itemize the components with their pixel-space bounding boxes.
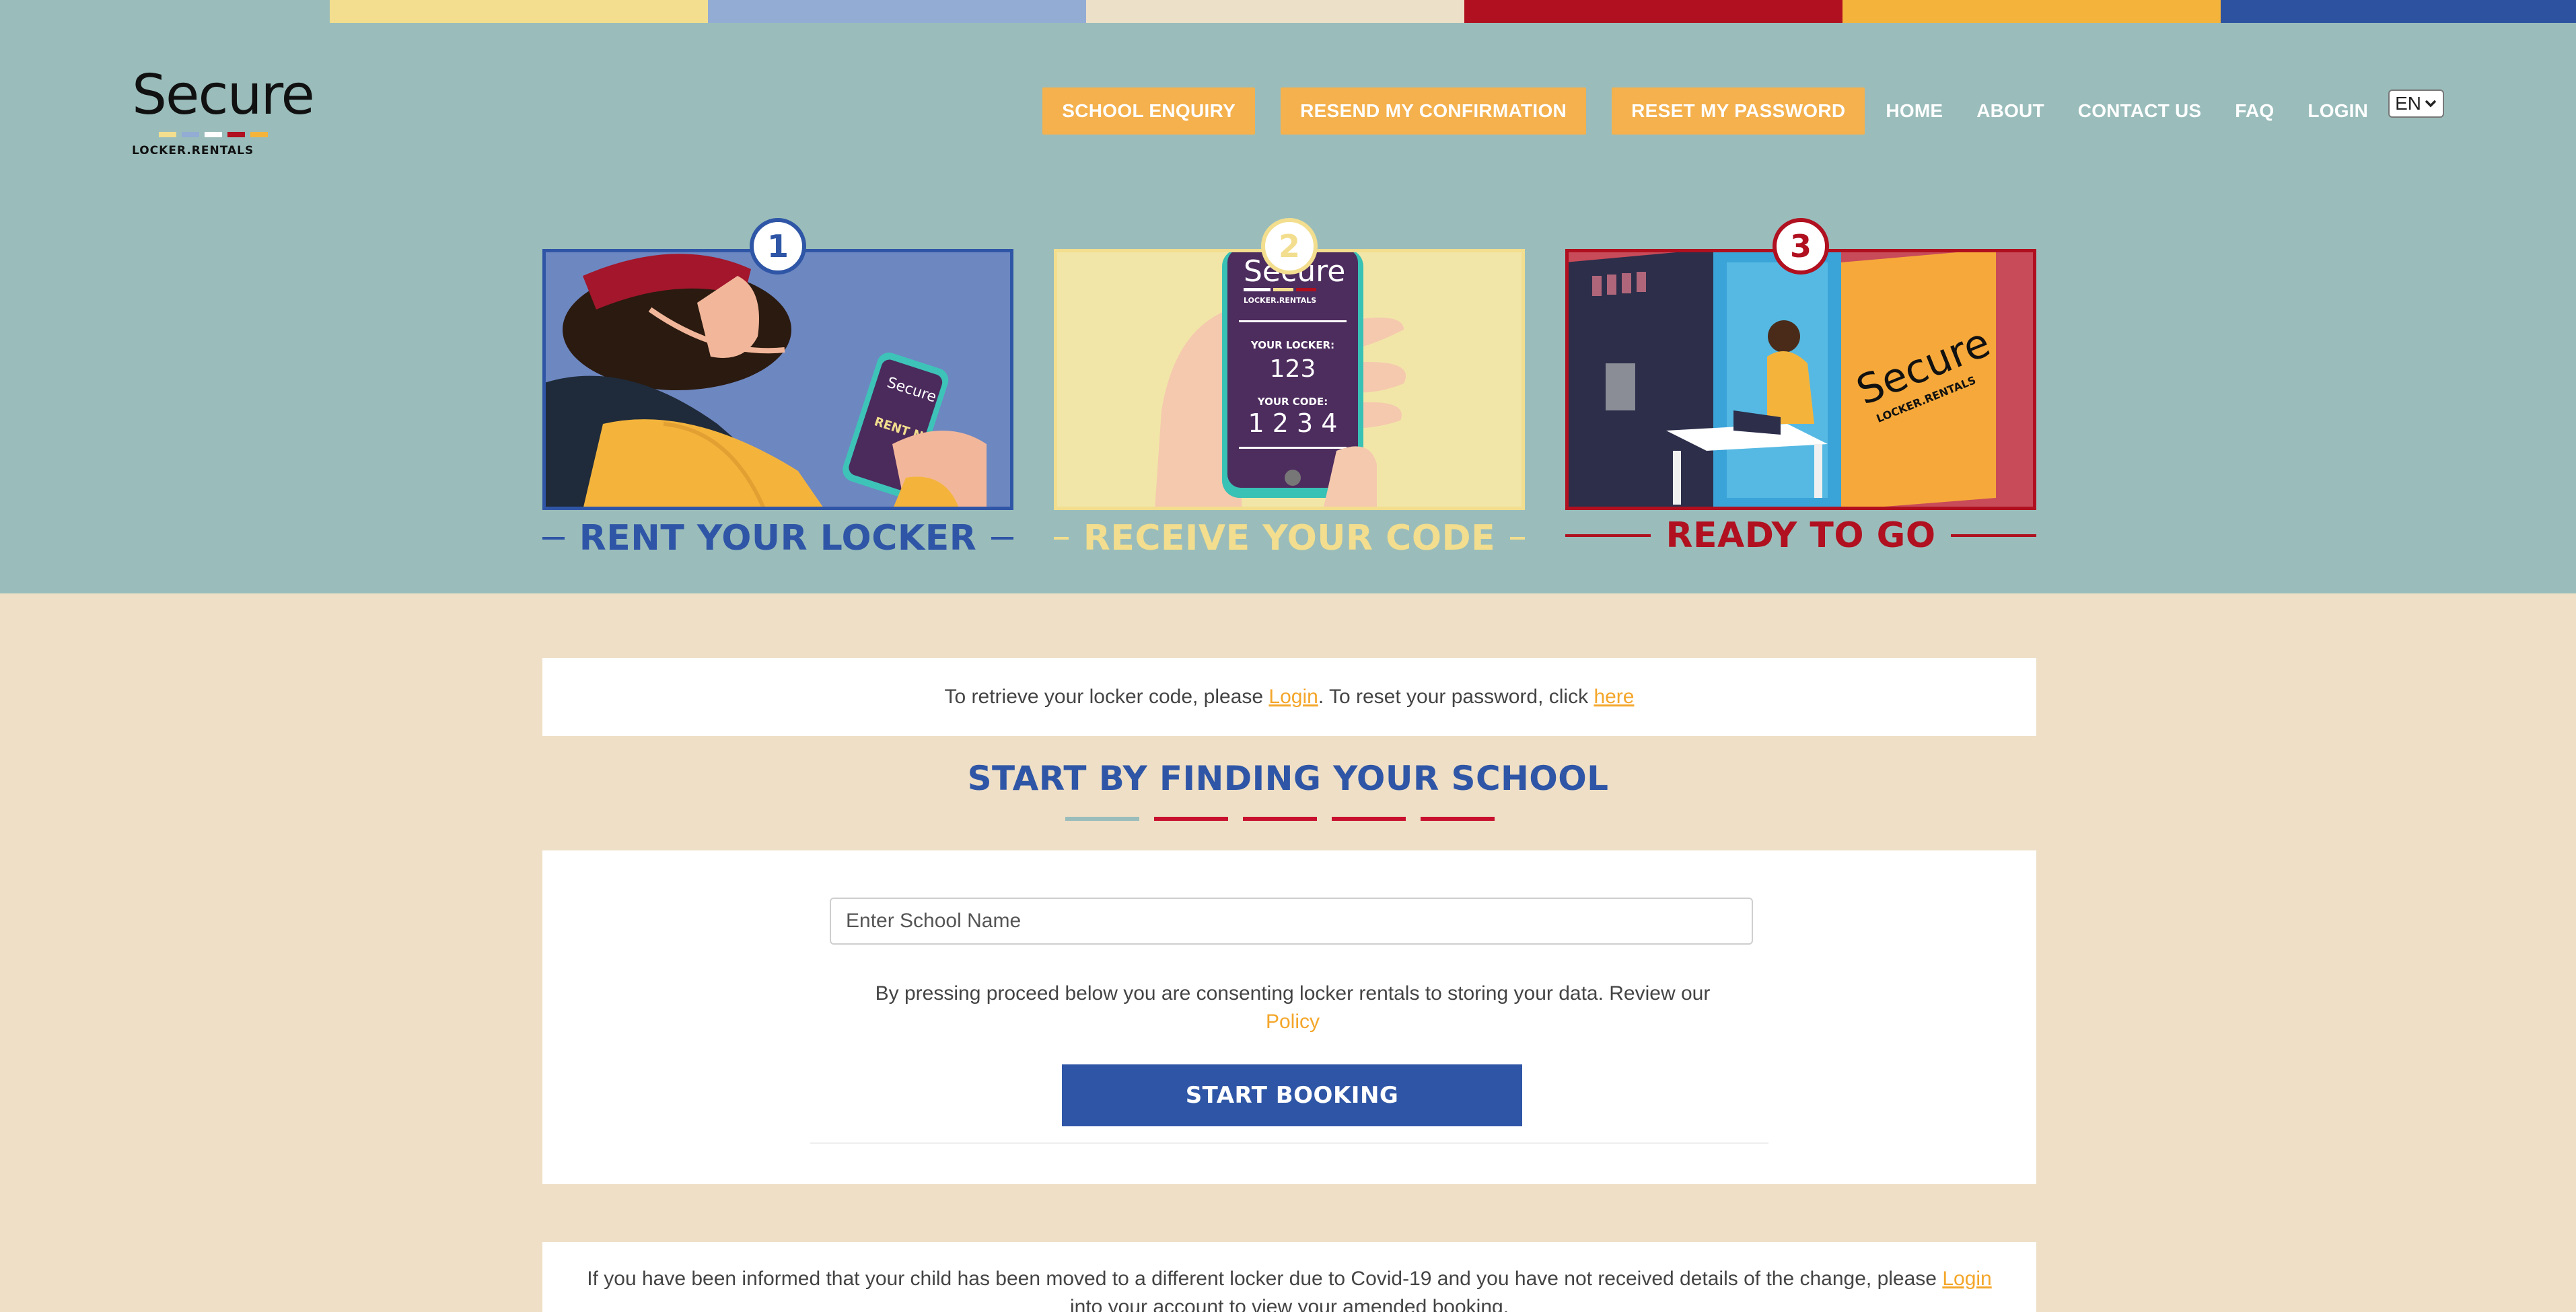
logo-subtitle: LOCKER.RENTALS — [132, 144, 254, 157]
nav-about-link[interactable]: ABOUT — [1976, 100, 2044, 122]
step-3-title: READY TO GO — [1666, 515, 1936, 556]
step-ready-to-go: Secure LOCKER.RENTALS 3 READY TO GO — [1565, 218, 2036, 556]
strip-segment — [708, 0, 1086, 23]
covid-notice: If you have been informed that your chil… — [542, 1242, 2036, 1312]
notice-login-link[interactable]: Login — [1268, 686, 1318, 708]
step-1-caption: RENT YOUR LOCKER — [542, 518, 1014, 558]
chevron-down-icon — [2425, 100, 2437, 108]
covid-text-before: If you have been informed that your chil… — [587, 1268, 1943, 1290]
policy-link[interactable]: Policy — [1266, 1011, 1320, 1033]
step-2-caption: RECEIVE YOUR CODE — [1054, 518, 1526, 558]
language-value: EN — [2395, 93, 2421, 114]
strip-segment — [2221, 0, 2576, 23]
step-1-illustration: Secure RENT NOW — [542, 249, 1013, 510]
start-booking-button[interactable]: START BOOKING — [1062, 1064, 1522, 1126]
step-2-title: RECEIVE YOUR CODE — [1083, 518, 1496, 558]
school-search-card: By pressing proceed below you are consen… — [542, 850, 2036, 1184]
strip-segment — [1842, 0, 2221, 23]
strip-segment — [330, 0, 708, 23]
consent-text: By pressing proceed below you are consen… — [852, 980, 1733, 1036]
notice-middle: . To reset your password, click — [1318, 686, 1594, 708]
site-logo[interactable]: Secure LOCKER.RENTALS — [132, 62, 327, 163]
strip-segment — [0, 0, 330, 23]
code-value: 1 2 3 4 — [1248, 408, 1338, 438]
main-nav: SCHOOL ENQUIRY RESEND MY CONFIRMATION RE… — [1042, 87, 2444, 135]
consent-body: By pressing proceed below you are consen… — [875, 982, 1711, 1005]
resend-confirmation-button[interactable]: RESEND MY CONFIRMATION — [1281, 87, 1587, 135]
nav-home-link[interactable]: HOME — [1886, 100, 1943, 122]
step-1-badge: 1 — [750, 218, 806, 275]
login-notice: To retrieve your locker code, please Log… — [542, 658, 2036, 736]
school-name-input[interactable] — [830, 898, 1753, 945]
nav-contact-link[interactable]: CONTACT US — [2078, 100, 2201, 122]
heading-dashes — [1065, 817, 1495, 821]
phone-subtitle: LOCKER.RENTALS — [1244, 296, 1316, 305]
strip-segment — [1464, 0, 1842, 23]
find-school-heading: START BY FINDING YOUR SCHOOL — [967, 759, 1609, 798]
step-rent-locker: Secure RENT NOW 1 RENT YOUR LOCKER — [542, 218, 1014, 558]
logo-color-bars — [159, 132, 327, 137]
nav-faq-link[interactable]: FAQ — [2235, 100, 2274, 122]
step-3-badge: 3 — [1773, 218, 1829, 275]
step-2-illustration: Secure LOCKER.RENTALS YOUR LOCKER: 123 Y… — [1054, 249, 1525, 510]
notice-prefix: To retrieve your locker code, please — [944, 686, 1269, 708]
strip-segment — [1086, 0, 1464, 23]
step-receive-code: Secure LOCKER.RENTALS YOUR LOCKER: 123 Y… — [1054, 218, 1526, 558]
locker-number: 123 — [1270, 355, 1316, 383]
covid-text-after: into your account to view your amended b… — [1069, 1296, 1509, 1312]
locker-label: YOUR LOCKER: — [1250, 339, 1334, 351]
card-divider — [810, 1142, 1768, 1144]
step-3-illustration: Secure LOCKER.RENTALS — [1565, 249, 2036, 510]
step-1-title: RENT YOUR LOCKER — [579, 518, 977, 558]
step-2-badge: 2 — [1261, 218, 1318, 275]
notice-reset-link[interactable]: here — [1594, 686, 1634, 708]
hero-section: Secure LOCKER.RENTALS SCHOOL ENQUIRY RES… — [0, 23, 2576, 593]
language-select[interactable]: EN — [2388, 89, 2444, 118]
step-3-caption: READY TO GO — [1565, 515, 2036, 556]
top-color-strip — [0, 0, 2576, 23]
covid-login-link[interactable]: Login — [1942, 1268, 1991, 1290]
school-enquiry-button[interactable]: SCHOOL ENQUIRY — [1042, 87, 1256, 135]
reset-password-button[interactable]: RESET MY PASSWORD — [1612, 87, 1865, 135]
code-label: YOUR CODE: — [1257, 396, 1328, 408]
nav-login-link[interactable]: LOGIN — [2307, 100, 2368, 122]
logo-word: Secure — [132, 63, 315, 127]
